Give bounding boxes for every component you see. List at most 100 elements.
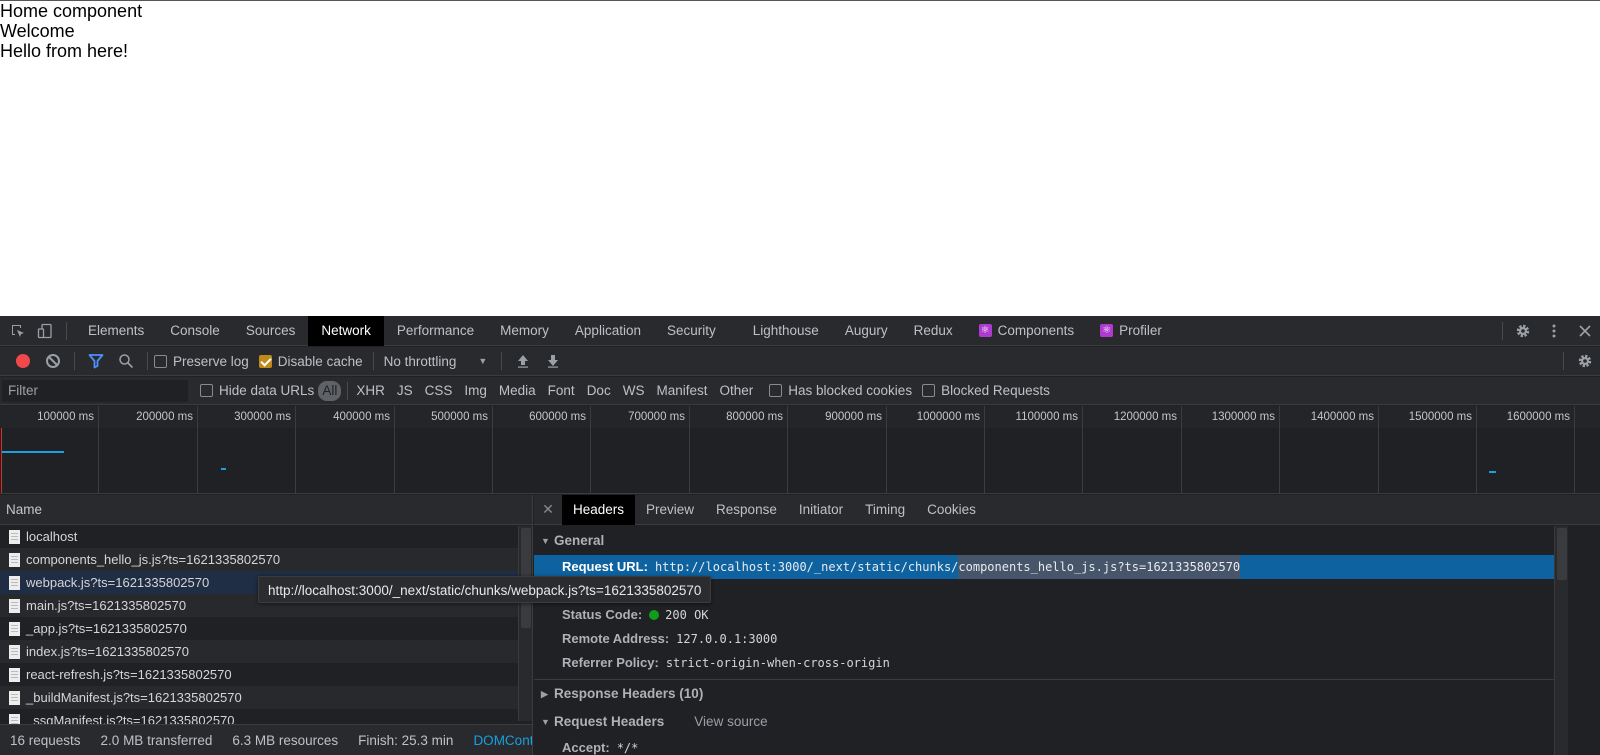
- type-filter-all[interactable]: All: [318, 380, 342, 401]
- details-tab-response[interactable]: Response: [705, 495, 788, 525]
- react-icon: ⚛: [978, 324, 992, 337]
- tab-performance[interactable]: Performance: [384, 316, 487, 346]
- details-tab-cookies[interactable]: Cookies: [916, 495, 987, 525]
- overview-tick-label: 200000 ms: [136, 411, 193, 423]
- search-icon[interactable]: [111, 347, 141, 375]
- scrollbar-thumb[interactable]: [1557, 528, 1567, 580]
- overview-tick-label: 300000 ms: [234, 411, 291, 423]
- type-filter-manifest[interactable]: Manifest: [650, 381, 713, 401]
- checkbox[interactable]: [154, 354, 167, 368]
- close-details-icon[interactable]: ✕: [534, 501, 562, 518]
- overview-tick-label: 700000 ms: [628, 411, 685, 423]
- header-row-status-code[interactable]: Status Code: 200 OK: [534, 603, 1600, 627]
- blocked-requests-checkbox[interactable]: Blocked Requests: [922, 383, 1050, 398]
- request-row[interactable]: index.js?ts=1621335802570: [0, 640, 518, 663]
- type-filter-css[interactable]: CSS: [419, 381, 459, 401]
- dropdown-arrow-icon: ▼: [478, 356, 488, 366]
- tab-label: Components: [997, 322, 1075, 338]
- status-code-value: 200 OK: [665, 608, 709, 622]
- overview-tick-label: 1300000 ms: [1211, 411, 1275, 423]
- request-name: main.js?ts=1621335802570: [26, 598, 187, 613]
- collapsed-triangle-icon: ▶: [541, 689, 548, 699]
- tab-components[interactable]: ⚛ Components: [966, 316, 1088, 346]
- device-toolbar-icon[interactable]: [34, 320, 56, 342]
- request-row[interactable]: localhost: [0, 525, 518, 548]
- hide-data-urls-checkbox[interactable]: Hide data URLs: [200, 383, 314, 398]
- type-filter-xhr[interactable]: XHR: [350, 381, 391, 401]
- checkbox[interactable]: [258, 354, 272, 368]
- general-section-title: General: [554, 533, 605, 548]
- request-row[interactable]: _app.js?ts=1621335802570: [0, 617, 518, 640]
- tab-console[interactable]: Console: [157, 316, 233, 346]
- toolbar-divider: [66, 321, 67, 340]
- details-tab-headers[interactable]: Headers: [562, 495, 636, 525]
- accept-value: */*: [616, 741, 639, 755]
- overview-request-bar: [2, 451, 64, 453]
- export-har-icon[interactable]: [538, 347, 568, 375]
- clear-button[interactable]: [38, 347, 68, 375]
- tab-profiler[interactable]: ⚛ Profiler: [1087, 316, 1175, 346]
- column-header-name[interactable]: Name: [0, 495, 532, 525]
- overview-tick-label: 1100000 ms: [1015, 411, 1078, 423]
- more-options-icon[interactable]: [1538, 316, 1569, 346]
- details-scrollbar[interactable]: [1554, 526, 1568, 755]
- request-row[interactable]: _buildManifest.js?ts=1621335802570: [0, 686, 518, 709]
- toolbar-divider: [347, 381, 349, 400]
- network-overview-timeline[interactable]: 100000 ms 200000 ms 300000 ms 400000 ms 5000…: [0, 406, 1600, 494]
- file-document-icon: [9, 621, 20, 636]
- header-row-accept[interactable]: Accept: */*: [534, 736, 1600, 755]
- details-tab-initiator[interactable]: Initiator: [788, 495, 854, 525]
- checkbox[interactable]: [200, 384, 213, 397]
- has-blocked-cookies-checkbox[interactable]: Has blocked cookies: [769, 383, 912, 398]
- tab-lighthouse[interactable]: Lighthouse: [740, 316, 832, 346]
- toolbar-divider: [147, 352, 148, 370]
- tab-memory[interactable]: Memory: [487, 316, 562, 346]
- type-filter-ws[interactable]: WS: [617, 381, 651, 401]
- overview-tick-label: 600000 ms: [529, 411, 586, 423]
- details-tab-timing[interactable]: Timing: [854, 495, 916, 525]
- record-button[interactable]: [8, 347, 38, 375]
- disable-cache-checkbox[interactable]: Disable cache: [258, 354, 363, 369]
- tab-security[interactable]: Security: [654, 316, 740, 346]
- tab-sources[interactable]: Sources: [233, 316, 309, 346]
- header-row-referrer-policy[interactable]: Referrer Policy: strict-origin-when-cros…: [534, 651, 1600, 675]
- request-row[interactable]: components_hello_js.js?ts=1621335802570: [0, 548, 518, 571]
- type-filter-font[interactable]: Font: [542, 381, 581, 401]
- header-row-remote-address[interactable]: Remote Address: 127.0.0.1:3000: [534, 627, 1600, 651]
- response-headers-section-toggle[interactable]: ▶ Response Headers (10): [534, 680, 1600, 708]
- devtools-panel: Elements Console Sources Network Perform…: [0, 315, 1600, 755]
- network-settings-gear-icon[interactable]: [1570, 347, 1600, 375]
- close-devtools-icon[interactable]: [1569, 316, 1600, 346]
- tab-augury[interactable]: Augury: [832, 316, 901, 346]
- tab-application[interactable]: Application: [562, 316, 654, 346]
- request-row[interactable]: react-refresh.js?ts=1621335802570: [0, 663, 518, 686]
- type-filter-media[interactable]: Media: [493, 381, 542, 401]
- web-page-content: Home component Welcome Hello from here!: [0, 0, 1600, 316]
- preserve-log-checkbox[interactable]: Preserve log: [154, 354, 249, 369]
- page-text-line: Home component: [0, 1, 143, 21]
- inspect-element-icon[interactable]: [7, 320, 29, 342]
- view-source-link[interactable]: View source: [694, 708, 767, 736]
- general-section-toggle[interactable]: ▼ General: [534, 527, 1600, 555]
- tab-network[interactable]: Network: [308, 315, 384, 346]
- filter-icon[interactable]: [81, 347, 111, 375]
- checkbox[interactable]: [769, 384, 783, 397]
- details-tab-preview[interactable]: Preview: [635, 495, 705, 525]
- type-filter-doc[interactable]: Doc: [581, 381, 617, 401]
- tab-label: Redux: [913, 322, 953, 338]
- filter-input[interactable]: [2, 379, 188, 402]
- type-filter-img[interactable]: Img: [458, 381, 493, 401]
- overview-request-bar: [1489, 471, 1496, 473]
- throttling-select[interactable]: No throttling ▼: [384, 354, 488, 369]
- settings-gear-icon[interactable]: [1507, 316, 1538, 346]
- request-list-scrollbar[interactable]: [518, 526, 532, 721]
- request-headers-section-toggle[interactable]: ▼ Request Headers View source: [534, 708, 1600, 736]
- filter-bar: Hide data URLs All XHR JS CSS Img Media …: [0, 377, 1600, 405]
- tab-elements[interactable]: Elements: [75, 316, 157, 346]
- tab-redux[interactable]: Redux: [901, 316, 966, 346]
- type-filter-js[interactable]: JS: [391, 381, 419, 401]
- import-har-icon[interactable]: [508, 347, 538, 375]
- type-filter-other[interactable]: Other: [713, 381, 759, 401]
- expanded-triangle-icon: ▼: [541, 717, 550, 727]
- checkbox[interactable]: [922, 384, 936, 397]
